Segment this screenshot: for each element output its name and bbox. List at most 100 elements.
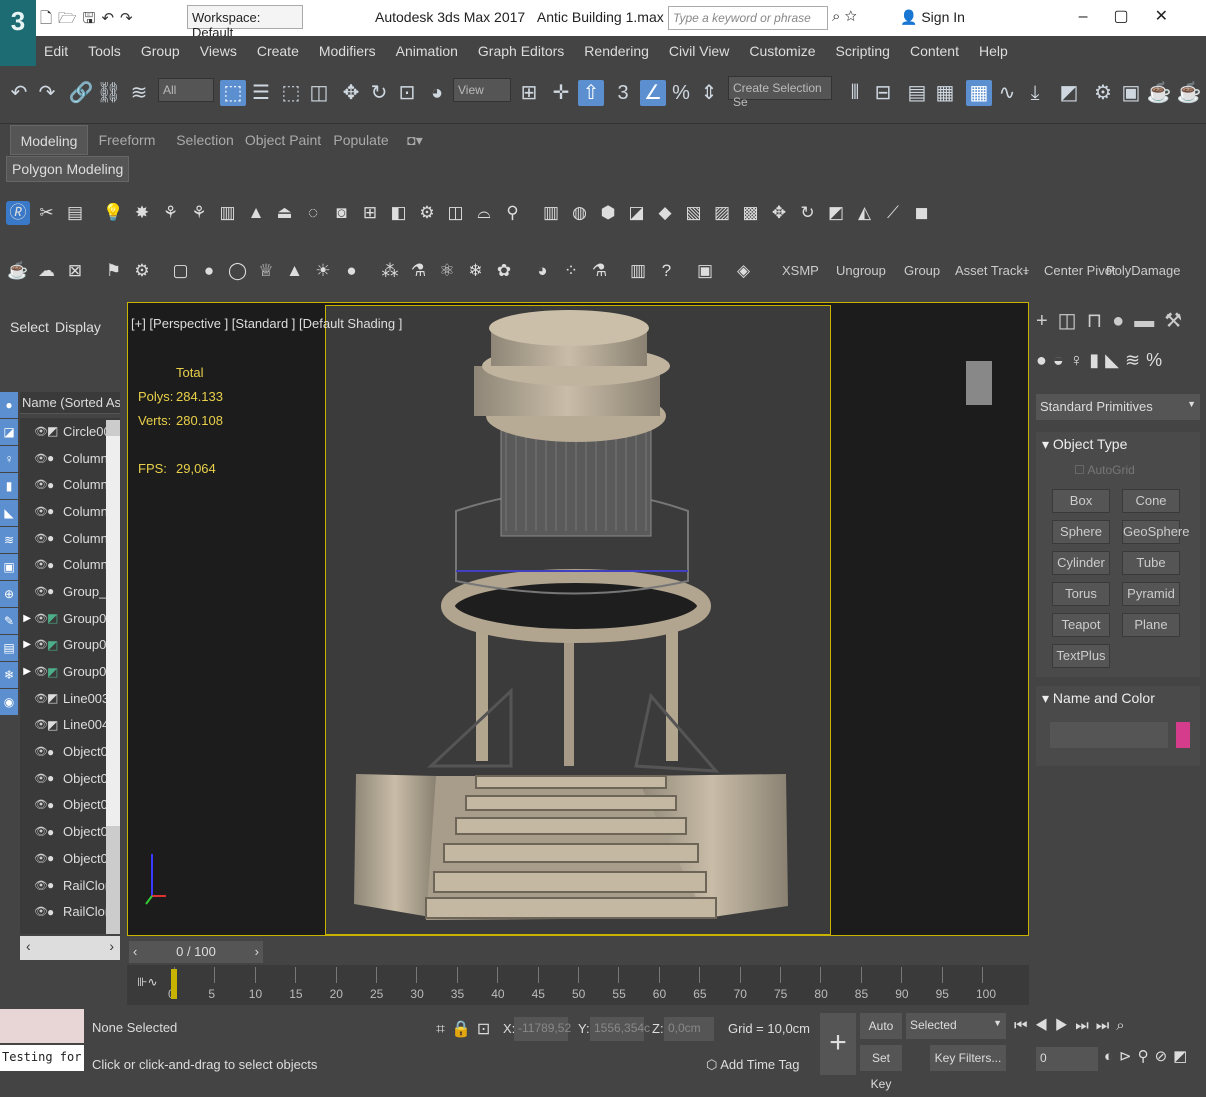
auto-key-button[interactable]: Auto Key (860, 1013, 902, 1059)
tool-icon[interactable]: ❄ (464, 259, 488, 283)
tool-icon[interactable]: ▣ (693, 259, 717, 283)
list-item[interactable]: 👁 ● Columne (20, 445, 120, 472)
key-mode-dropdown[interactable]: Selected ▼ (906, 1013, 1006, 1039)
material-editor-icon[interactable]: ◩ (1056, 80, 1082, 106)
tool-icon[interactable]: ⚘ (159, 201, 183, 225)
visibility-eye-icon[interactable]: 👁 (34, 879, 48, 892)
list-item[interactable]: 👁 ● Columne (20, 551, 120, 578)
menu-edit[interactable]: Edit (44, 43, 68, 59)
center-pivot-button[interactable]: Center Pivot (1044, 263, 1116, 278)
tool-icon[interactable]: ● (340, 259, 364, 283)
filter-icon[interactable]: ✎ (0, 608, 18, 634)
tool-icon[interactable]: 🄬 (6, 201, 30, 225)
current-frame-marker[interactable] (171, 969, 177, 999)
list-item[interactable]: ▶ 👁 ◩ Group00 (20, 658, 120, 685)
list-item[interactable]: 👁 ● RailClone (20, 898, 120, 925)
viewport-navigation-icons[interactable]: ◐⊳⚲⊘◩ (1104, 1047, 1193, 1065)
list-item[interactable]: 👁 ● Object00 (20, 818, 120, 845)
set-key-big-icon[interactable]: + (820, 1013, 856, 1075)
tool-icon[interactable]: ▩ (739, 201, 763, 225)
visibility-eye-icon[interactable]: 👁 (34, 665, 48, 678)
tab-freeform[interactable]: Freeform (88, 125, 166, 155)
visibility-eye-icon[interactable]: 👁 (34, 905, 48, 918)
menu-help[interactable]: Help (979, 43, 1008, 59)
tool-icon[interactable]: ◼ (910, 201, 934, 225)
tool-icon[interactable]: ▧ (682, 201, 706, 225)
current-frame-spinner[interactable]: 0 (1036, 1047, 1098, 1071)
visibility-eye-icon[interactable]: 👁 (34, 585, 48, 598)
viewport-label-menu[interactable]: [+] [Perspective ] [Standard ] [Default … (131, 316, 402, 331)
display-menu[interactable]: Display (55, 319, 101, 335)
visibility-eye-icon[interactable]: 👁 (34, 612, 48, 625)
search-binoculars-icon[interactable]: ⌕ ☆ (832, 8, 857, 25)
object-type-header[interactable]: ▾ Object Type (1036, 432, 1200, 457)
curve-editor-mini-icon[interactable]: ⊪∿ (137, 975, 158, 989)
polydamage-button[interactable]: PolyDamage (1106, 263, 1180, 278)
visibility-eye-icon[interactable]: 👁 (34, 772, 48, 785)
tab-modeling[interactable]: Modeling (10, 125, 88, 155)
key-filters-button[interactable]: Key Filters... (930, 1045, 1006, 1071)
named-selection-sets-dropdown[interactable]: Create Selection Se (728, 76, 832, 109)
angle-snap-icon[interactable]: ∠ (640, 80, 666, 106)
maxscript-listener-pink[interactable] (0, 1009, 84, 1043)
spinner-snap-icon[interactable]: ⇕ (696, 80, 722, 106)
list-item[interactable]: 👁 ● Columne (20, 525, 120, 552)
y-coordinate[interactable]: 1556,354c (590, 1017, 650, 1041)
menu-rendering[interactable]: Rendering (584, 43, 649, 59)
rotate-icon[interactable]: ↻ (366, 80, 392, 106)
undo-icon[interactable]: ↶ (6, 80, 32, 106)
z-coordinate[interactable]: 0,0cm (664, 1017, 714, 1041)
tool-icon[interactable]: ◆ (653, 201, 677, 225)
app-logo[interactable]: 3 (0, 0, 36, 66)
tool-icon[interactable]: ▨ (710, 201, 734, 225)
center-pivot-icon[interactable]: ⍖ (1014, 259, 1038, 283)
select-object-icon[interactable]: ⬚ (220, 80, 246, 106)
move-icon[interactable]: ✥ (338, 80, 364, 106)
tool-icon[interactable]: ◍ (568, 201, 592, 225)
tab-populate[interactable]: Populate (322, 125, 400, 155)
list-item[interactable]: 👁 ● Group_0 (20, 578, 120, 605)
horizontal-scrollbar[interactable]: ‹ › (20, 936, 120, 960)
bind-spacewarp-icon[interactable]: ≋ (126, 80, 152, 106)
tool-icon[interactable]: ⁘ (559, 259, 583, 283)
expand-arrow-icon[interactable]: ▶ (20, 666, 34, 677)
ribbon-options-icon[interactable]: ◘▾ (400, 125, 430, 155)
visibility-eye-icon[interactable]: 👁 (34, 638, 48, 651)
tool-icon[interactable]: ✂ (35, 201, 59, 225)
mirror-icon[interactable]: ⫴ (842, 80, 868, 106)
asset-track-button[interactable]: Asset Track (955, 263, 1023, 278)
primitive-geosphere-button[interactable]: GeoSphere (1122, 520, 1190, 544)
tab-object-paint[interactable]: Object Paint (244, 125, 322, 155)
tool-icon[interactable]: ⚙ (415, 201, 439, 225)
expand-arrow-icon[interactable]: ▶ (20, 639, 34, 650)
render-icon[interactable]: ☕ (1146, 80, 1172, 106)
search-input[interactable]: Type a keyword or phrase (668, 6, 828, 30)
set-key-button[interactable]: Set Key (860, 1045, 902, 1091)
list-item[interactable]: 👁 ● Object00 (20, 845, 120, 872)
tool-icon[interactable]: ☕ (6, 259, 30, 283)
quick-access-toolbar[interactable]: 🗋🗁🖫↶↷ (40, 8, 139, 33)
visibility-eye-icon[interactable]: 👁 (34, 852, 48, 865)
tool-icon[interactable]: ◭ (853, 201, 877, 225)
list-item[interactable]: 👁 ● Object00 (20, 738, 120, 765)
primitive-cylinder-button[interactable]: Cylinder (1052, 551, 1110, 575)
filter-icon[interactable]: ● (0, 392, 18, 418)
visibility-eye-icon[interactable]: 👁 (34, 452, 48, 465)
visibility-eye-icon[interactable]: 👁 (34, 692, 48, 705)
menu-content[interactable]: Content (910, 43, 959, 59)
group-button[interactable]: Group (904, 263, 940, 278)
selection-filter-dropdown[interactable]: All (158, 78, 214, 102)
menu-scripting[interactable]: Scripting (835, 43, 889, 59)
menu-civil-view[interactable]: Civil View (669, 43, 729, 59)
list-item[interactable]: 👁 ◩ Line004 (20, 712, 120, 739)
list-item[interactable]: 👁 ◩ Circle001 (20, 418, 120, 445)
polygon-modeling-panel[interactable]: Polygon Modeling (6, 156, 130, 182)
layer-explorer-icon[interactable]: ▤ (904, 80, 930, 106)
menu-animation[interactable]: Animation (396, 43, 458, 59)
primitive-textplus-button[interactable]: TextPlus (1052, 644, 1110, 668)
list-item[interactable]: 👁 ◩ Line003 (20, 685, 120, 712)
tool-icon[interactable]: ◙ (330, 201, 354, 225)
primitive-box-button[interactable]: Box (1052, 489, 1110, 513)
tool-icon[interactable]: ▤ (63, 201, 87, 225)
x-coordinate[interactable]: -11789,52 (514, 1017, 571, 1041)
